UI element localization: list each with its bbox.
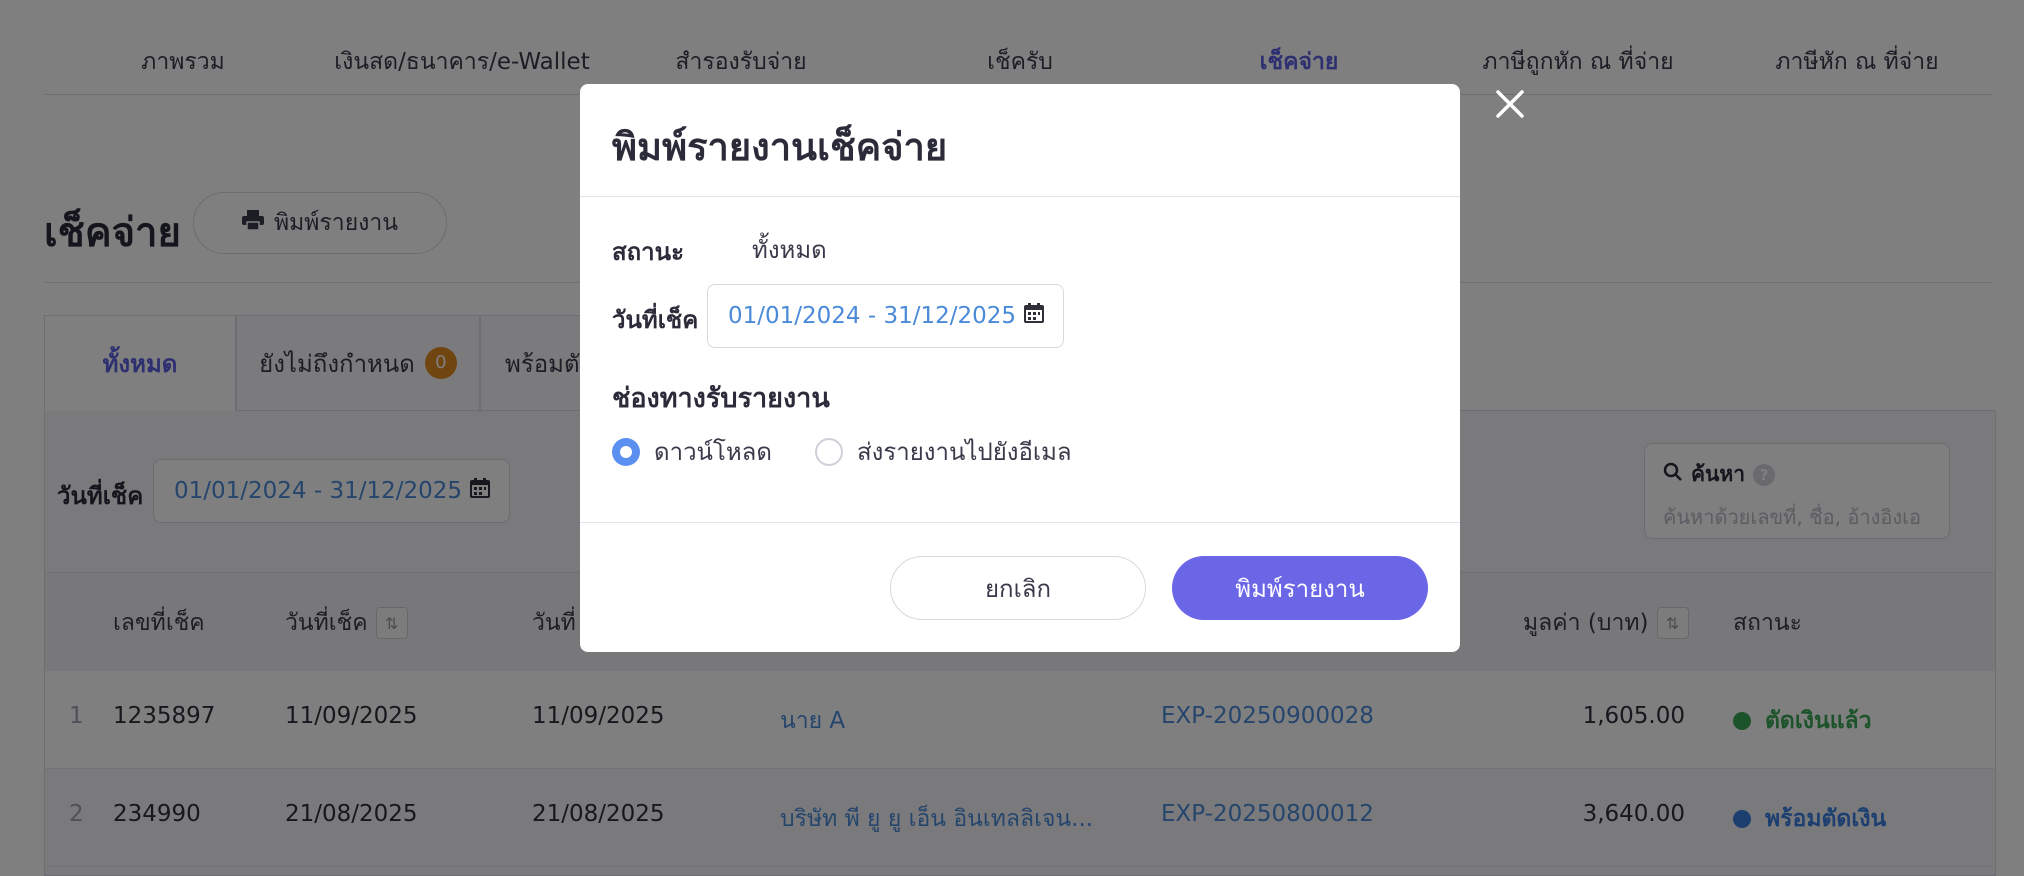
dialog-divider-bottom	[580, 522, 1460, 523]
calendar-icon	[1024, 303, 1045, 329]
radio-download[interactable]: ดาวน์โหลด	[612, 432, 772, 471]
radio-download-label: ดาวน์โหลด	[654, 438, 772, 466]
status-value: ทั้งหมด	[752, 236, 827, 264]
channel-section-title: ช่องทางรับรายงาน	[612, 383, 830, 414]
dialog-title: พิมพ์รายงานเช็คจ่าย	[612, 125, 948, 169]
date-label: วันที่เช็ค	[612, 306, 699, 334]
print-report-dialog: พิมพ์รายงานเช็คจ่าย สถานะ ทั้งหมด วันที่…	[580, 84, 1460, 652]
dialog-date-range-value: 01/01/2024 - 31/12/2025	[728, 303, 1017, 329]
status-label: สถานะ	[612, 238, 684, 266]
close-icon[interactable]	[1490, 84, 1530, 124]
submit-print-button[interactable]: พิมพ์รายงาน	[1172, 556, 1428, 620]
dialog-divider-top	[580, 196, 1460, 197]
radio-email-indicator[interactable]	[815, 437, 843, 466]
cancel-button[interactable]: ยกเลิก	[890, 556, 1146, 620]
dialog-date-range-input[interactable]: 01/01/2024 - 31/12/2025	[707, 284, 1064, 348]
radio-email[interactable]: ส่งรายงานไปยังอีเมล	[815, 432, 1072, 471]
radio-email-label: ส่งรายงานไปยังอีเมล	[857, 438, 1072, 466]
radio-download-indicator[interactable]	[612, 437, 640, 466]
